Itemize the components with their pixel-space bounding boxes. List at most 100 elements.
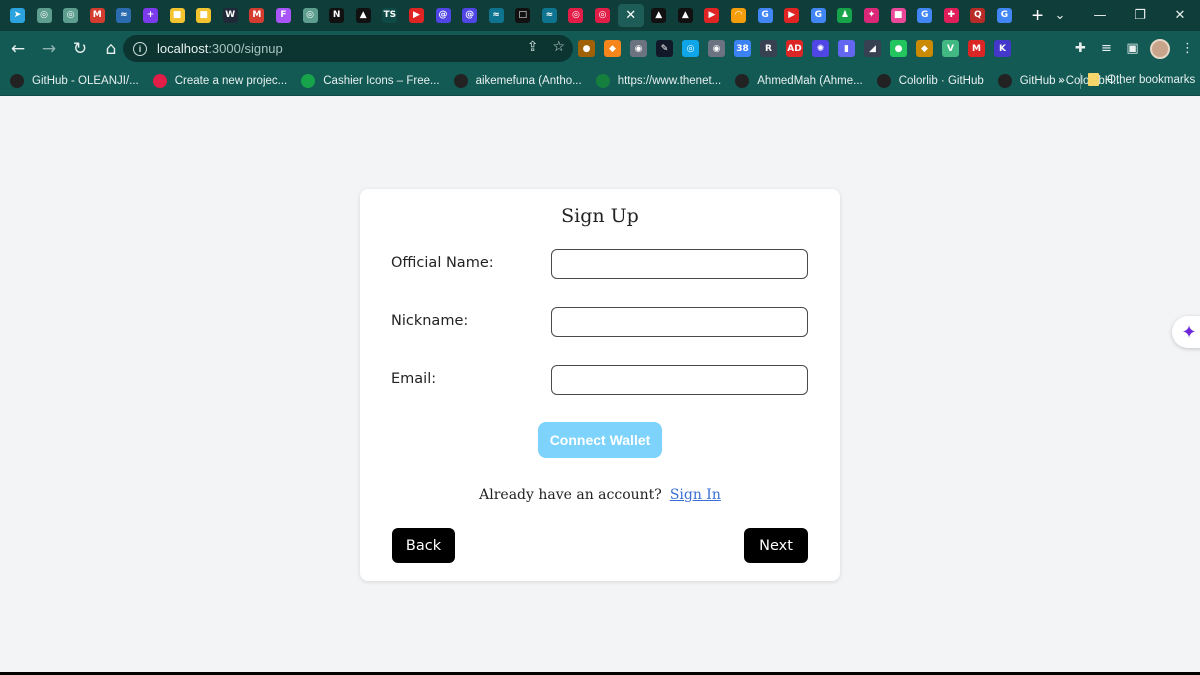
bulb-ext-icon[interactable]: ● <box>578 40 595 57</box>
tab[interactable]: ≈ <box>538 4 561 27</box>
sun-ext-icon[interactable]: ✺ <box>812 40 829 57</box>
tab[interactable]: N <box>325 4 348 27</box>
tab[interactable]: ◎ <box>59 4 82 27</box>
official-name-input[interactable] <box>551 249 808 279</box>
bookmark-item[interactable]: Cashier Icons – Free... <box>301 73 440 88</box>
vercel-icon: ▲ <box>355 8 371 23</box>
tab[interactable]: @ <box>432 4 455 27</box>
minimize-button[interactable]: — <box>1080 8 1120 23</box>
tab[interactable]: ◎ <box>33 4 56 27</box>
target-ext-icon[interactable]: ◉ <box>708 40 725 57</box>
back-button[interactable]: Back <box>392 528 455 563</box>
other-bookmarks[interactable]: Other bookmarks <box>1088 73 1195 86</box>
tab[interactable]: M <box>245 4 268 27</box>
bookmarks-divider <box>1080 73 1081 89</box>
next-button[interactable]: Next <box>744 528 808 563</box>
tab[interactable]: TS <box>378 4 401 27</box>
bookmark-item[interactable]: GitHub - OLEANJI/... <box>10 73 139 88</box>
tab[interactable]: G <box>754 4 777 27</box>
pen-ext-icon[interactable]: ✎ <box>656 40 673 57</box>
side-panel-icon[interactable]: ▣ <box>1124 40 1141 57</box>
reader-ext-icon[interactable]: R <box>760 40 777 57</box>
tab[interactable]: ♟ <box>833 4 856 27</box>
vue-ext-icon[interactable]: V <box>942 40 959 57</box>
bookmark-item[interactable]: Create a new projec... <box>152 73 287 88</box>
tab[interactable]: ▲ <box>647 4 670 27</box>
eraser-ext-icon[interactable]: ◢ <box>864 40 881 57</box>
forward-arrow-icon[interactable]: → <box>36 36 62 62</box>
google-icon: G <box>917 8 933 23</box>
tab[interactable]: G <box>807 4 830 27</box>
tab[interactable]: W <box>219 4 242 27</box>
back-arrow-icon[interactable]: ← <box>5 36 31 62</box>
tab[interactable]: ◠ <box>727 4 750 27</box>
tab[interactable]: ■ <box>887 4 910 27</box>
tab[interactable]: ▶ <box>405 4 428 27</box>
rainbow-icon: ◠ <box>731 8 747 23</box>
tab[interactable]: ▲ <box>352 4 375 27</box>
youtube-icon: ▶ <box>704 8 720 23</box>
calendar-ext-icon[interactable]: 38 <box>734 40 751 57</box>
connect-wallet-button[interactable]: Connect Wallet <box>538 422 662 458</box>
tab[interactable]: ➤ <box>6 4 29 27</box>
tab[interactable]: G <box>913 4 936 27</box>
tab-search-icon[interactable]: ⌄ <box>1040 8 1080 23</box>
home-icon[interactable]: ⌂ <box>98 36 124 62</box>
tab[interactable]: ◎ <box>299 4 322 27</box>
tab[interactable]: + <box>139 4 162 27</box>
bee-ext-icon[interactable]: ◆ <box>916 40 933 57</box>
menu-icon[interactable]: ⋮ <box>1179 40 1196 57</box>
tab[interactable]: @ <box>458 4 481 27</box>
chatgpt-icon: ◎ <box>36 8 52 23</box>
sign-in-link[interactable]: Sign In <box>670 487 721 503</box>
bookmarks-overflow-button[interactable]: » <box>1058 73 1065 87</box>
bookmark-ext-icon[interactable]: ▮ <box>838 40 855 57</box>
bookmark-item[interactable]: AhmedMah (Ahme... <box>735 73 863 88</box>
bookmark-item[interactable]: Colorlib · GitHub <box>876 73 984 88</box>
puzzle-extensions-icon[interactable]: ✚ <box>1072 40 1089 57</box>
nickname-input[interactable] <box>551 307 808 337</box>
bookmark-item[interactable]: https://www.thenet... <box>595 73 721 88</box>
compass-ext-icon[interactable]: ◎ <box>682 40 699 57</box>
tab[interactable]: ▲ <box>674 4 697 27</box>
bell-app-icon: ♟ <box>837 8 853 23</box>
email-input[interactable] <box>551 365 808 395</box>
tab[interactable]: Q <box>966 4 989 27</box>
github-icon <box>876 73 891 88</box>
tab[interactable]: ✚ <box>940 4 963 27</box>
metamask-icon[interactable]: ◆ <box>604 40 621 57</box>
adblock-ext-icon[interactable]: AD <box>786 40 803 57</box>
tab-active[interactable]: ✕ <box>617 4 644 27</box>
tab[interactable]: ◎ <box>591 4 614 27</box>
reading-list-icon[interactable]: ≡ <box>1098 40 1115 57</box>
tab[interactable]: ≈ <box>485 4 508 27</box>
share-icon[interactable]: ⇪ <box>527 39 539 55</box>
gmail-icon: M <box>249 8 265 23</box>
bookmark-star-icon[interactable]: ☆ <box>552 39 565 55</box>
tab[interactable]: ✦ <box>860 4 883 27</box>
tab[interactable]: □ <box>511 4 534 27</box>
restore-button[interactable]: ❐ <box>1120 8 1160 23</box>
tab[interactable]: M <box>86 4 109 27</box>
site-info-icon[interactable]: i <box>133 41 147 56</box>
tab[interactable]: ■ <box>192 4 215 27</box>
profile-avatar[interactable] <box>1150 38 1170 59</box>
tab[interactable]: ▶ <box>780 4 803 27</box>
tab[interactable]: ▶ <box>700 4 723 27</box>
m-ext-icon[interactable]: M <box>968 40 985 57</box>
k-ext-icon[interactable]: K <box>994 40 1011 57</box>
tab[interactable]: ◎ <box>564 4 587 27</box>
reload-icon[interactable]: ↻ <box>67 36 93 62</box>
tab[interactable]: F <box>272 4 295 27</box>
tab[interactable]: ≈ <box>112 4 135 27</box>
close-window-button[interactable]: ✕ <box>1160 8 1200 23</box>
bookmark-item[interactable]: aikemefuna (Antho... <box>453 73 582 88</box>
tab[interactable]: ■ <box>166 4 189 27</box>
green-dot-ext-icon[interactable]: ● <box>890 40 907 57</box>
address-bar[interactable]: i localhost:3000/signup ⇪ ☆ <box>123 35 573 62</box>
tab[interactable]: G <box>993 4 1016 27</box>
chatgpt-icon: ◎ <box>302 8 318 23</box>
bookmark-label: AhmedMah (Ahme... <box>757 74 863 87</box>
camera-ext-icon[interactable]: ◉ <box>630 40 647 57</box>
sparkle-assistant-icon[interactable]: ✦ <box>1172 316 1200 348</box>
